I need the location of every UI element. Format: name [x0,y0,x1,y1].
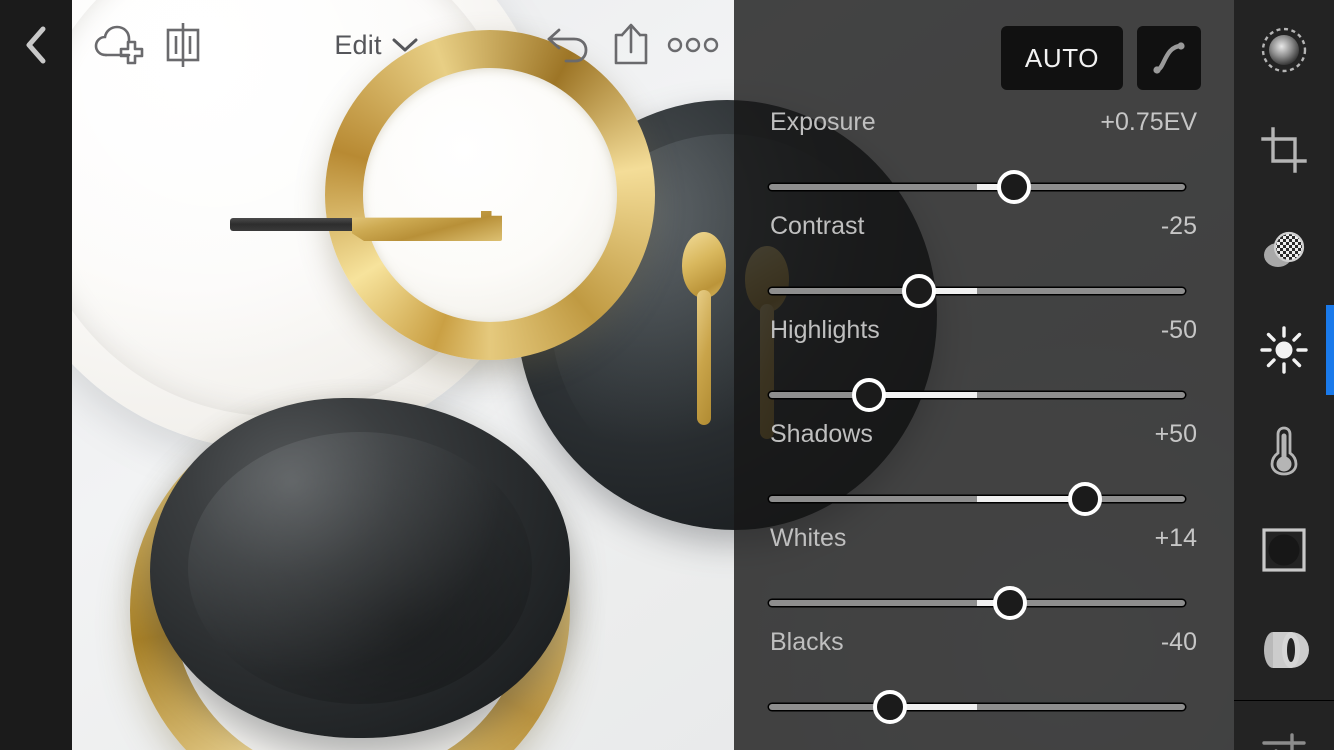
light-adjustments-panel: AUTO Exposure +0.75EV Contrast -25 Highlight… [734,0,1234,750]
slider-row: Exposure +0.75EV [734,108,1234,212]
slider-label: Whites [770,524,847,552]
optics-tool-button[interactable] [1234,600,1334,700]
photo-editor-screen: Edit AUTO Exposure +0.75EV Contrast -25 … [0,0,1334,750]
slider-value: +14 [1154,524,1197,552]
knife-blade [352,211,502,241]
slider-list: Exposure +0.75EV Contrast -25 Highlights -50 S… [734,108,1234,732]
spoon-stem [697,290,711,425]
panel-header: AUTO [734,26,1234,90]
slider-value: -40 [1160,628,1197,656]
slider-label: Shadows [770,420,873,448]
slider-row: Highlights -50 [734,316,1234,420]
slider-thumb[interactable] [901,274,936,308]
spoon-bowl [682,232,726,298]
back-button[interactable] [0,14,72,76]
slider-thumb[interactable] [872,690,907,724]
tone-curve-icon [1153,42,1185,74]
slider-track-area[interactable] [769,684,1198,730]
radial-selective-icon [1261,27,1307,73]
thermometer-icon [1270,426,1298,476]
slider-track-area[interactable] [769,268,1198,314]
slider-value: +0.75EV [1100,108,1197,136]
black-stoneware-plate [150,398,570,738]
vignette-icon [1262,528,1306,572]
chevron-left-icon [26,26,46,64]
slider-header: Shadows +50 [734,420,1234,464]
slider-header: Highlights -50 [734,316,1234,360]
slider-thumb[interactable] [993,586,1028,620]
slider-header: Contrast -25 [734,212,1234,256]
slider-thumb[interactable] [997,170,1032,204]
edit-mode-dropdown[interactable]: Edit [214,30,538,61]
slider-label: Highlights [770,316,880,344]
cloud-add-icon [94,25,144,65]
slider-value: -50 [1160,316,1197,344]
slider-label: Exposure [770,108,876,136]
before-after-compare-icon [166,23,200,67]
slider-track[interactable] [769,288,1185,294]
sun-icon [1260,326,1308,374]
compare-button[interactable] [152,14,214,76]
chevron-down-icon [392,38,418,52]
more-options-button[interactable] [662,14,724,76]
slider-label: Blacks [770,628,844,656]
slider-thumb[interactable] [851,378,886,412]
cloud-add-button[interactable] [90,14,152,76]
slider-value: -25 [1160,212,1197,240]
slider-track-area[interactable] [769,476,1198,522]
undo-icon [547,28,588,63]
more-options-icon [667,37,719,53]
edit-label: Edit [334,29,382,60]
lens-icon [1264,632,1309,668]
crop-icon [1261,127,1307,173]
selective-tool-button[interactable] [1234,0,1334,100]
slider-track[interactable] [769,704,1185,710]
slider-track-area[interactable] [769,580,1198,626]
color-tool-button[interactable] [1234,400,1334,500]
effects-tool-button[interactable] [1234,500,1334,600]
slider-row: Contrast -25 [734,212,1234,316]
share-icon [614,23,648,65]
slider-header: Exposure +0.75EV [734,108,1234,152]
slider-label: Contrast [770,212,865,240]
slider-value: +50 [1154,420,1197,448]
top-toolbar: Edit [72,0,734,90]
auto-button[interactable]: AUTO [1001,26,1123,90]
auto-label: AUTO [1024,42,1100,73]
cheese-knife [230,205,550,253]
slider-row: Whites +14 [734,524,1234,628]
healing-brush-icon [1264,231,1305,267]
light-tool-button[interactable] [1234,300,1334,400]
slider-track-area[interactable] [769,164,1198,210]
share-button[interactable] [600,14,662,76]
slider-track-area[interactable] [769,372,1198,418]
tone-curve-button[interactable] [1137,26,1201,90]
slider-track[interactable] [769,392,1185,398]
slider-row: Shadows +50 [734,420,1234,524]
knife-handle [230,218,360,231]
slider-header: Whites +14 [734,524,1234,568]
sliders-icon [1262,733,1306,750]
presets-tool-button[interactable] [1234,701,1334,750]
undo-button[interactable] [538,14,600,76]
slider-thumb[interactable] [1068,482,1103,516]
healing-tool-button[interactable] [1234,200,1334,300]
tool-rail [1234,0,1334,750]
left-rail [0,0,72,750]
slider-row: Blacks -40 [734,628,1234,732]
crop-tool-button[interactable] [1234,100,1334,200]
slider-header: Blacks -40 [734,628,1234,672]
